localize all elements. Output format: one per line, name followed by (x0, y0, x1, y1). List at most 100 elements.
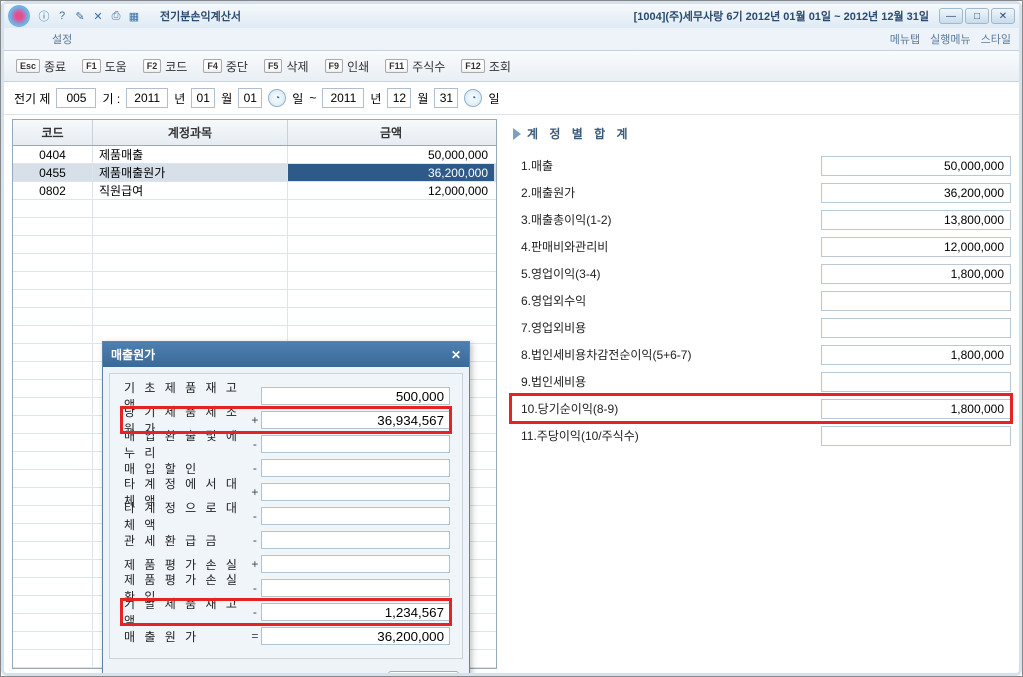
fn-f4[interactable]: F4중단 (197, 56, 254, 77)
maximize-button[interactable]: □ (965, 8, 989, 24)
run-menu-link[interactable]: 실행메뉴 (930, 31, 970, 47)
chat-icon[interactable]: ✎ (72, 8, 88, 24)
modal-row-input[interactable] (261, 603, 450, 621)
summary-value: 50,000,000 (821, 156, 1011, 176)
header-amount[interactable]: 금액 (288, 120, 494, 145)
modal-row: 타 계 정 으 로 대 체 액- (122, 504, 450, 528)
modal-row-label: 매 입 할 인 (122, 460, 249, 477)
table-row-empty[interactable] (13, 200, 496, 218)
table-row-empty[interactable] (13, 236, 496, 254)
day1-input[interactable] (238, 88, 262, 108)
summary-label: 11.주당이익(10/주식수) (511, 427, 821, 444)
minimize-button[interactable]: — (939, 8, 963, 24)
modal-row-label: 기 말 제 품 재 고 액 (122, 595, 249, 629)
modal-row-sign: = (249, 629, 261, 643)
summary-label: 9.법인세비용 (511, 373, 821, 390)
summary-pane: 계 정 별 합 계 1.매출50,000,0002.매출원가36,200,000… (507, 119, 1011, 665)
cell-name: 직원급여 (93, 182, 288, 199)
cell-code: 0404 (13, 146, 93, 163)
modal-row-input[interactable] (261, 483, 450, 501)
modal-row-sign: + (249, 485, 261, 499)
table-row-empty[interactable] (13, 272, 496, 290)
summary-value (821, 318, 1011, 338)
fn-f9[interactable]: F9인쇄 (319, 56, 376, 77)
fn-label: 주식수 (412, 58, 445, 75)
summary-title: 계 정 별 합 계 (511, 119, 1011, 152)
info-icon[interactable]: ⓘ (36, 8, 52, 24)
help-icon[interactable]: ? (54, 8, 70, 24)
summary-label: 5.영업이익(3-4) (511, 265, 821, 282)
summary-row: 4.판매비와관리비12,000,000 (511, 233, 1011, 260)
table-row-empty[interactable] (13, 308, 496, 326)
header-name[interactable]: 계정과목 (93, 120, 288, 145)
period-number-input[interactable] (56, 88, 96, 108)
titlebar: ⓘ ? ✎ ✕ ⎙ ▦ 전기분손익계산서 [1004](주)세무사랑 6기 20… (4, 4, 1019, 28)
summary-row: 3.매출총이익(1-2)13,800,000 (511, 206, 1011, 233)
summary-label: 10.당기순이익(8-9) (511, 400, 821, 417)
summary-row: 9.법인세비용 (511, 368, 1011, 395)
close-button[interactable]: ✕ (991, 8, 1015, 24)
day2-input[interactable] (434, 88, 458, 108)
cost-of-sales-modal: 매출원가 ✕ 기 초 제 품 재 고 액당 기 제 품 제 조 원 가+매 입 … (102, 341, 470, 673)
modal-row-input[interactable] (261, 627, 450, 645)
modal-close-icon[interactable]: ✕ (451, 348, 461, 362)
style-link[interactable]: 스타일 (981, 31, 1011, 47)
fn-f1[interactable]: F1도움 (76, 56, 133, 77)
modal-row-input[interactable] (261, 507, 450, 525)
filter-prefix: 전기 제 (14, 90, 50, 107)
year2-input[interactable] (322, 88, 364, 108)
key-badge: F12 (461, 59, 485, 73)
fn-label: 조회 (489, 58, 511, 75)
table-row-empty[interactable] (13, 254, 496, 272)
header-code[interactable]: 코드 (13, 120, 93, 145)
fn-f2[interactable]: F2코드 (137, 56, 194, 77)
calendar2-icon[interactable]: ◔ (464, 89, 482, 107)
function-bar: Esc종료F1도움F2코드F4중단F5삭제F9인쇄F11주식수 F12 조회 (4, 50, 1019, 82)
label-year1: 년 (174, 90, 185, 107)
table-row-empty[interactable] (13, 218, 496, 236)
calc-icon[interactable]: ▦ (126, 8, 142, 24)
modal-confirm-button[interactable]: 확인(Tab) (388, 671, 459, 673)
label-day1: 일 (292, 90, 303, 107)
print-icon[interactable]: ⎙ (108, 8, 124, 24)
fn-f11[interactable]: F11주식수 (379, 56, 451, 77)
table-row-empty[interactable] (13, 290, 496, 308)
modal-row-sign: - (249, 533, 261, 547)
modal-row-label: 타 계 정 으 로 대 체 액 (122, 499, 249, 533)
table-row[interactable]: 0455제품매출원가36,200,000 (13, 164, 496, 182)
modal-row-input[interactable] (261, 411, 450, 429)
modal-row-input[interactable] (261, 579, 450, 597)
close-small-icon[interactable]: ✕ (90, 8, 106, 24)
arrow-icon (513, 128, 521, 140)
fn-f5[interactable]: F5삭제 (258, 56, 315, 77)
summary-value (821, 426, 1011, 446)
fn-label: 삭제 (286, 58, 308, 75)
modal-row-input[interactable] (261, 459, 450, 477)
calendar1-icon[interactable]: ◔ (268, 89, 286, 107)
key-badge: F1 (82, 59, 101, 73)
month1-input[interactable] (191, 88, 215, 108)
modal-row-sign: - (249, 605, 261, 619)
table-row[interactable]: 0404제품매출50,000,000 (13, 146, 496, 164)
table-row[interactable]: 0802직원급여12,000,000 (13, 182, 496, 200)
year1-input[interactable] (126, 88, 168, 108)
titlebar-icons: ⓘ ? ✎ ✕ ⎙ ▦ (36, 8, 142, 24)
settings-link[interactable]: 설정 (52, 31, 72, 47)
modal-row-input[interactable] (261, 555, 450, 573)
modal-row-input[interactable] (261, 387, 450, 405)
summary-label: 2.매출원가 (511, 184, 821, 201)
cell-name: 제품매출원가 (93, 164, 288, 181)
modal-row-input[interactable] (261, 531, 450, 549)
cell-amount: 36,200,000 (288, 164, 494, 181)
menu-tab-link[interactable]: 메뉴탭 (890, 31, 920, 47)
label-month1: 월 (221, 90, 232, 107)
summary-value: 1,800,000 (821, 264, 1011, 284)
modal-row-input[interactable] (261, 435, 450, 453)
modal-titlebar[interactable]: 매출원가 ✕ (103, 342, 469, 367)
fn-esc[interactable]: Esc종료 (10, 56, 72, 77)
summary-row: 2.매출원가36,200,000 (511, 179, 1011, 206)
fn-f12[interactable]: F12 조회 (455, 56, 517, 77)
month2-input[interactable] (387, 88, 411, 108)
summary-value (821, 291, 1011, 311)
cell-code: 0802 (13, 182, 93, 199)
